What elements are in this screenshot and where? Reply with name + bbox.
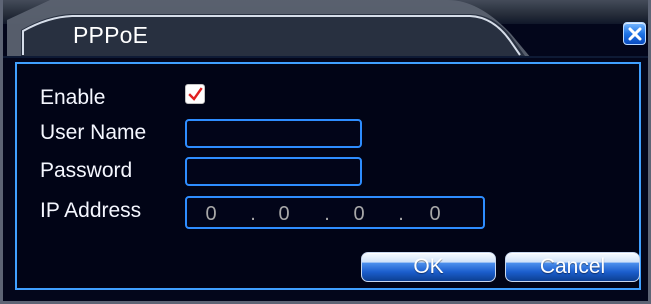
ip-octet-1[interactable]: 0 bbox=[199, 202, 223, 226]
close-button[interactable] bbox=[623, 22, 646, 45]
ip-separator-1: . bbox=[250, 203, 256, 225]
pppoe-dialog: PPPoE Enable User Name Password IP Addre… bbox=[0, 0, 651, 304]
ip-separator-3: . bbox=[398, 203, 404, 225]
password-label: Password bbox=[40, 159, 133, 182]
ip-address-field[interactable]: 0 . 0 . 0 . 0 bbox=[185, 196, 485, 229]
close-icon bbox=[628, 27, 642, 41]
enable-checkbox[interactable] bbox=[185, 84, 205, 104]
user-name-label: User Name bbox=[40, 121, 147, 144]
user-name-input[interactable] bbox=[185, 119, 362, 148]
ip-address-label: IP Address bbox=[40, 199, 142, 222]
ip-octet-3[interactable]: 0 bbox=[347, 202, 371, 226]
ip-separator-2: . bbox=[324, 203, 330, 225]
password-input[interactable] bbox=[185, 157, 362, 186]
dialog-title: PPPoE bbox=[73, 22, 149, 48]
ip-octet-2[interactable]: 0 bbox=[272, 202, 296, 226]
ok-button[interactable]: OK bbox=[361, 252, 496, 282]
ip-octet-4[interactable]: 0 bbox=[423, 202, 447, 226]
cancel-button[interactable]: Cancel bbox=[505, 252, 640, 282]
check-icon bbox=[188, 87, 203, 101]
enable-label: Enable bbox=[40, 86, 106, 109]
